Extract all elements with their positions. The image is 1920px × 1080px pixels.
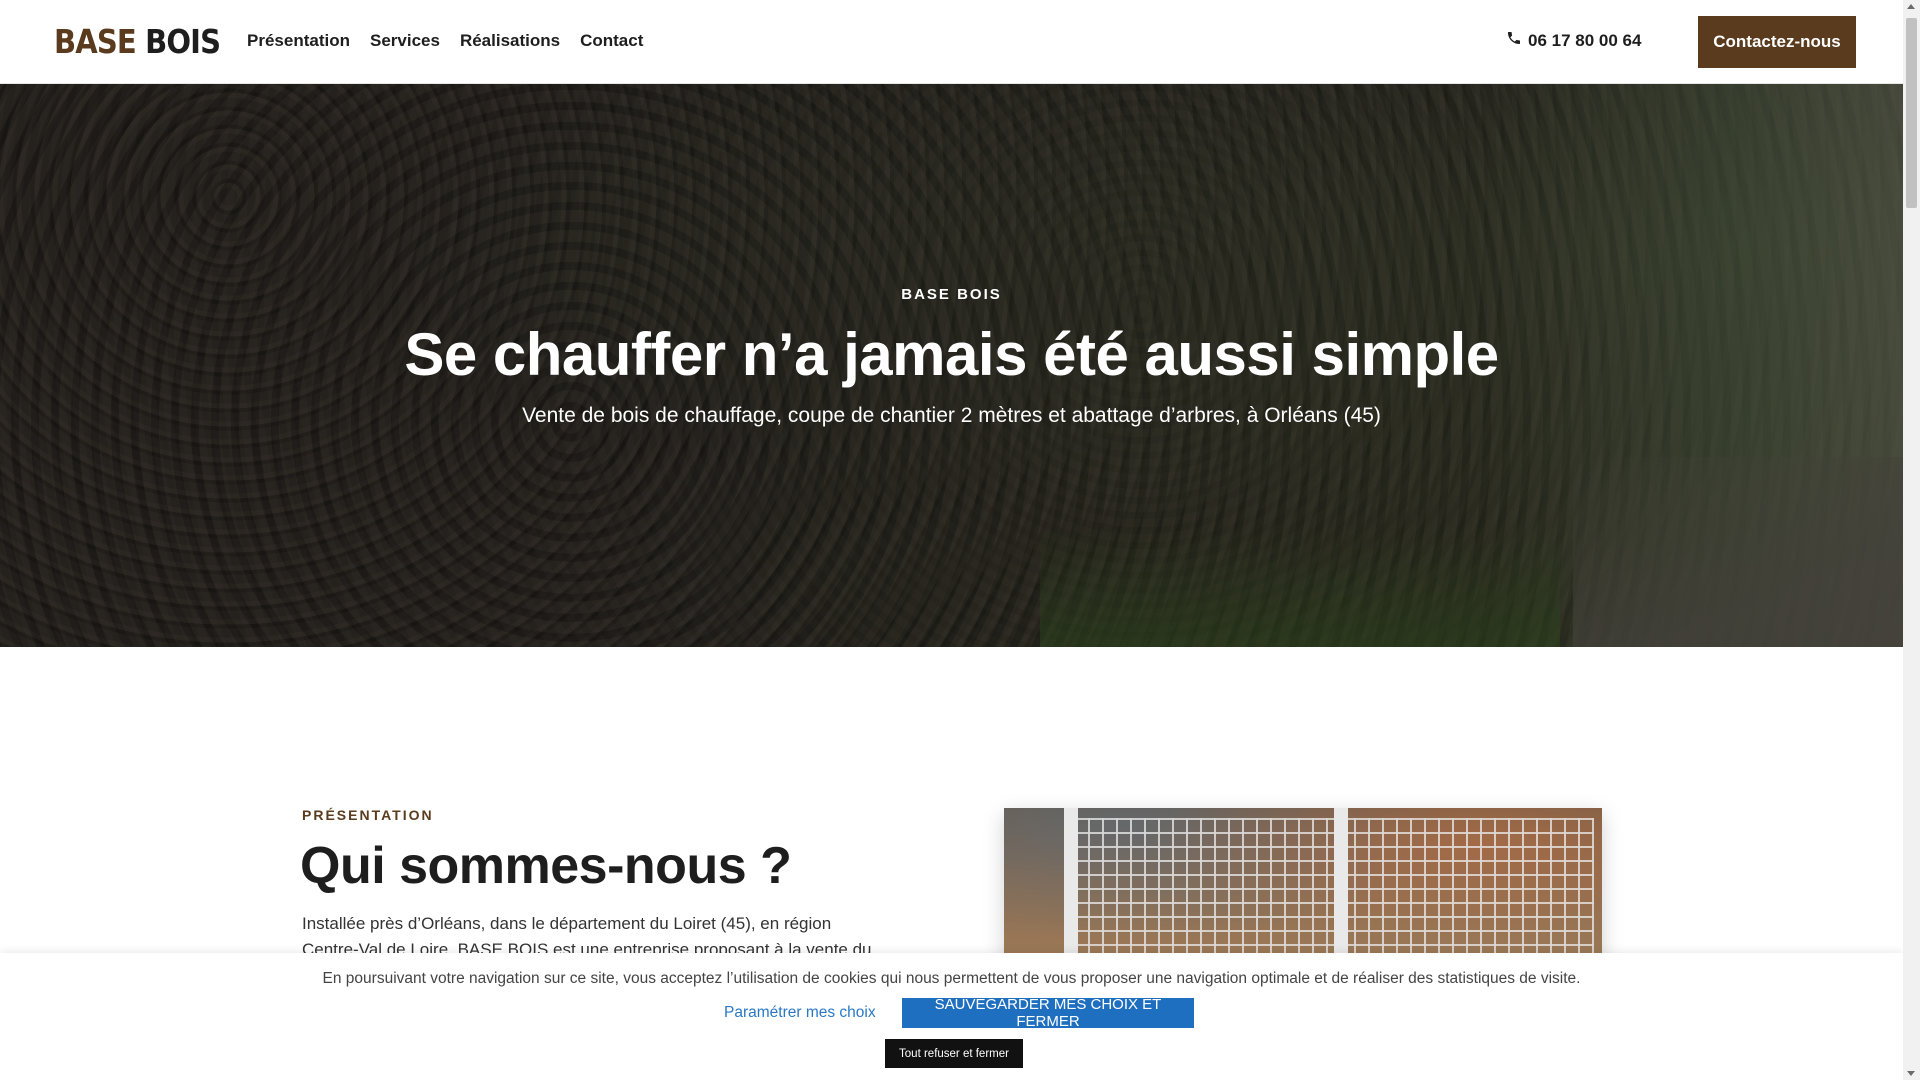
phone-icon xyxy=(1506,30,1522,51)
cookie-save-button[interactable]: SAUVEGARDER MES CHOIX ET FERMER xyxy=(902,996,1194,1030)
nav-item-contact[interactable]: Contact xyxy=(580,31,643,51)
nav-item-realisations[interactable]: Réalisations xyxy=(460,31,560,51)
hero-eyebrow: BASE BOIS xyxy=(901,286,1002,303)
nav-item-services[interactable]: Services xyxy=(370,31,440,51)
phone-link[interactable]: 06 17 80 00 64 xyxy=(1506,30,1641,51)
phone-number: 06 17 80 00 64 xyxy=(1528,30,1642,50)
cookie-message: En poursuivant votre navigation sur ce s… xyxy=(322,970,1581,987)
scroll-down-icon[interactable] xyxy=(1907,1071,1915,1076)
logo-part-bois: BOIS xyxy=(145,22,221,61)
logo-part-base: BASE xyxy=(54,22,137,61)
scroll-up-icon[interactable] xyxy=(1907,4,1915,9)
scrollbar-thumb[interactable] xyxy=(1906,18,1917,208)
contact-button[interactable]: Contactez-nous xyxy=(1698,16,1856,68)
about-eyebrow: PRÉSENTATION xyxy=(302,807,434,823)
hero-banner: BASE BOIS Se chauffer n’a jamais été aus… xyxy=(0,84,1903,647)
hero-content: BASE BOIS Se chauffer n’a jamais été aus… xyxy=(0,84,1903,647)
site-header: BASE BOIS Présentation Services Réalisat… xyxy=(0,0,1903,84)
cookie-banner: En poursuivant votre navigation sur ce s… xyxy=(0,953,1903,1080)
about-title: Qui sommes-nous ? xyxy=(300,837,792,895)
nav-item-presentation[interactable]: Présentation xyxy=(247,31,350,51)
about-text-line: Installée près d’Orléans, dans le départ… xyxy=(302,914,832,933)
hero-subtitle: Vente de bois de chauffage, coupe de cha… xyxy=(522,404,1381,427)
hero-title: Se chauffer n’a jamais été aussi simple xyxy=(404,321,1499,388)
cookie-refuse-button[interactable]: Tout refuser et fermer xyxy=(885,1039,1023,1068)
cookie-settings-link[interactable]: Paramétrer mes choix xyxy=(724,1004,876,1022)
logo[interactable]: BASE BOIS xyxy=(54,22,221,61)
main-nav: Présentation Services Réalisations Conta… xyxy=(247,31,643,51)
scrollbar[interactable] xyxy=(1903,0,1920,1080)
